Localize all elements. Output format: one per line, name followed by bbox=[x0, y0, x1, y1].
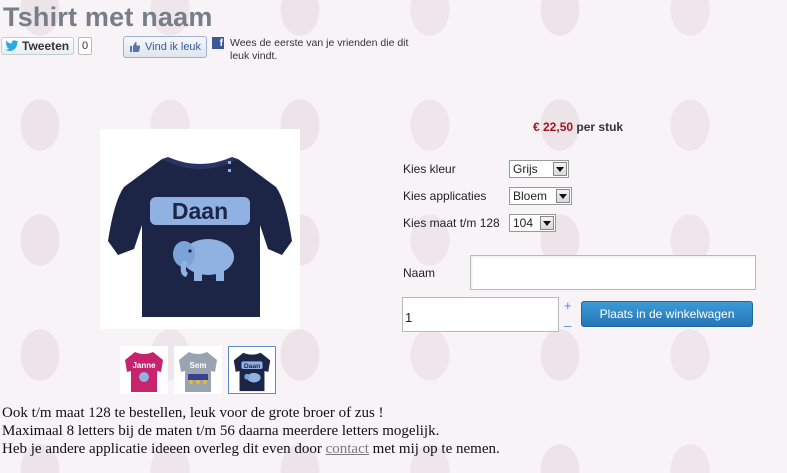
naam-input[interactable] bbox=[470, 255, 756, 290]
facebook-social-text: Wees de eerste van je vrienden die dit l… bbox=[230, 37, 409, 62]
naam-label: Naam bbox=[403, 266, 436, 280]
price-unit: per stuk bbox=[576, 120, 624, 134]
option-label-applicaties: Kies applicaties bbox=[403, 189, 487, 203]
page-title: Tshirt met naam bbox=[3, 2, 213, 32]
description-line-2: Maximaal 8 letters bij de maten t/m 56 d… bbox=[2, 423, 440, 439]
add-to-cart-button[interactable]: Plaats in de winkelwagen bbox=[581, 301, 753, 327]
applicaties-select-value: Bloem bbox=[513, 189, 548, 203]
thumbs-up-icon bbox=[130, 42, 141, 52]
quantity-decrease-button[interactable]: – bbox=[564, 319, 571, 332]
thumbnail-name-text: Sem bbox=[190, 361, 207, 370]
facebook-icon: f bbox=[212, 37, 224, 49]
description-line-3-before: Heb je andere applicatie ideeen overleg … bbox=[2, 441, 322, 457]
thumbnail-daan[interactable]: Daan bbox=[228, 346, 276, 394]
like-label: Vind ik leuk bbox=[145, 41, 202, 53]
description-line-3-after: met mij op te nemen. bbox=[372, 441, 500, 457]
product-main-image[interactable]: Daan bbox=[100, 129, 300, 329]
chevron-down-icon bbox=[556, 189, 570, 203]
thumbnail-name-text: Janne bbox=[132, 361, 156, 370]
price-amount: € 22,50 bbox=[533, 120, 574, 134]
option-label-maat: Kies maat t/m 128 bbox=[403, 216, 500, 230]
applicaties-select[interactable]: Bloem bbox=[509, 187, 572, 205]
chevron-down-icon bbox=[553, 162, 567, 176]
quantity-increase-button[interactable]: + bbox=[564, 299, 572, 312]
facebook-like-button[interactable]: Vind ik leuk bbox=[123, 36, 208, 58]
contact-link[interactable]: contact bbox=[326, 441, 369, 457]
thumbnail-sem[interactable]: Sem bbox=[174, 346, 222, 394]
main-image-name-text: Daan bbox=[172, 198, 228, 224]
price: € 22,50 per stuk bbox=[533, 120, 623, 134]
description-line-1: Ook t/m maat 128 te bestellen, leuk voor… bbox=[2, 405, 384, 421]
thumbnail-name-text: Daan bbox=[244, 363, 260, 370]
kleur-select[interactable]: Grijs bbox=[509, 160, 569, 178]
maat-select[interactable]: 104 bbox=[509, 214, 556, 232]
tweet-label: Tweeten bbox=[22, 39, 70, 53]
thumbnail-janne[interactable]: Janne bbox=[120, 346, 168, 394]
kleur-select-value: Grijs bbox=[513, 162, 538, 176]
chevron-down-icon bbox=[540, 216, 554, 230]
quantity-input[interactable]: 1 bbox=[402, 297, 559, 332]
product-description: Ook t/m maat 128 te bestellen, leuk voor… bbox=[2, 404, 500, 458]
twitter-bird-icon bbox=[5, 40, 19, 51]
tweet-button[interactable]: Tweeten bbox=[1, 37, 75, 55]
option-label-kleur: Kies kleur bbox=[403, 162, 456, 176]
description-line-3: Heb je andere applicatie ideeen overleg … bbox=[2, 440, 500, 458]
tweet-count: 0 bbox=[78, 37, 93, 55]
maat-select-value: 104 bbox=[513, 216, 534, 230]
